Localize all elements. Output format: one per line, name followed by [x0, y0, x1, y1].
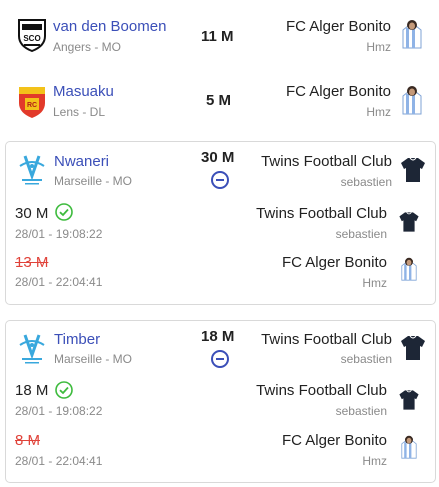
withdraw-bid-button[interactable]	[211, 171, 229, 189]
winner-manager-name: sebastien	[340, 175, 392, 189]
bidder-team-name[interactable]: FC Alger Bonito	[282, 254, 387, 271]
bidder-team-name[interactable]: Twins Football Club	[256, 382, 387, 399]
team-name[interactable]: FC Alger Bonito	[286, 18, 391, 35]
bidder-manager-name: Hmz	[362, 276, 387, 290]
dark-jersey-avatar	[399, 390, 419, 410]
rc-lens-logo: RC	[19, 87, 45, 118]
om-marseille-logo	[19, 334, 45, 364]
bidder-team-name[interactable]: FC Alger Bonito	[282, 432, 387, 449]
om-marseille-logo	[19, 155, 45, 185]
check-circle-icon	[55, 381, 73, 399]
transfer-price: 5 M	[206, 92, 232, 109]
check-circle-icon	[55, 203, 73, 221]
angers-sco-logo: SCO	[18, 19, 46, 52]
bidder-manager-name: sebastien	[335, 404, 387, 418]
player-name-link[interactable]: Masuaku	[53, 83, 114, 100]
player-name-link[interactable]: van den Boomen	[53, 18, 166, 35]
bidder-manager-name: sebastien	[335, 227, 387, 241]
player-club-position: Marseille - MO	[54, 174, 133, 188]
team-name[interactable]: FC Alger Bonito	[286, 83, 391, 100]
bid-timestamp: 28/01 - 19:08:22	[15, 227, 103, 241]
striped-jersey-avatar	[401, 257, 417, 281]
striped-jersey-avatar	[401, 435, 417, 459]
dark-jersey-avatar	[401, 335, 425, 360]
player-club-position: Angers - MO	[53, 40, 122, 54]
manager-name: Hmz	[366, 40, 391, 54]
player-name-link[interactable]: Timber	[54, 331, 100, 348]
svg-text:RC: RC	[27, 102, 37, 109]
auction-price: 18 M	[201, 328, 235, 345]
svg-text:SCO: SCO	[23, 34, 40, 43]
bid-timestamp: 28/01 - 22:04:41	[15, 454, 103, 468]
transfer-row[interactable]: SCO van den Boomen Angers - MO 11 M FC A…	[0, 0, 439, 70]
withdraw-bid-button[interactable]	[211, 350, 229, 368]
manager-name: Hmz	[366, 105, 391, 119]
winner-team-name[interactable]: Twins Football Club	[261, 331, 392, 348]
striped-jersey-avatar	[402, 20, 422, 49]
transfer-price: 11 M	[201, 28, 234, 45]
bid-amount-outbid: 13 M	[15, 254, 49, 271]
bid-timestamp: 28/01 - 19:08:22	[15, 404, 103, 418]
player-club-position: Lens - DL	[53, 105, 106, 119]
auction-price: 30 M	[201, 149, 235, 166]
bid-amount-outbid: 8 M	[15, 432, 41, 449]
player-name-link[interactable]: Nwaneri	[54, 153, 109, 170]
bid-amount: 30 M	[15, 205, 49, 222]
bidder-manager-name: Hmz	[362, 454, 387, 468]
auction-card: Nwaneri Marseille - MO 30 M Twins Footba…	[5, 141, 436, 305]
auction-card: Timber Marseille - MO 18 M Twins Footbal…	[5, 320, 436, 483]
striped-jersey-avatar	[402, 86, 422, 115]
winner-manager-name: sebastien	[340, 352, 392, 366]
bidder-team-name[interactable]: Twins Football Club	[256, 205, 387, 222]
dark-jersey-avatar	[399, 212, 419, 232]
dark-jersey-avatar	[401, 157, 425, 182]
transfer-row[interactable]: RC Masuaku Lens - DL 5 M FC Alger Bonito…	[0, 70, 439, 136]
bid-timestamp: 28/01 - 22:04:41	[15, 275, 103, 289]
winner-team-name[interactable]: Twins Football Club	[261, 153, 392, 170]
player-club-position: Marseille - MO	[54, 352, 133, 366]
bid-amount: 18 M	[15, 382, 49, 399]
